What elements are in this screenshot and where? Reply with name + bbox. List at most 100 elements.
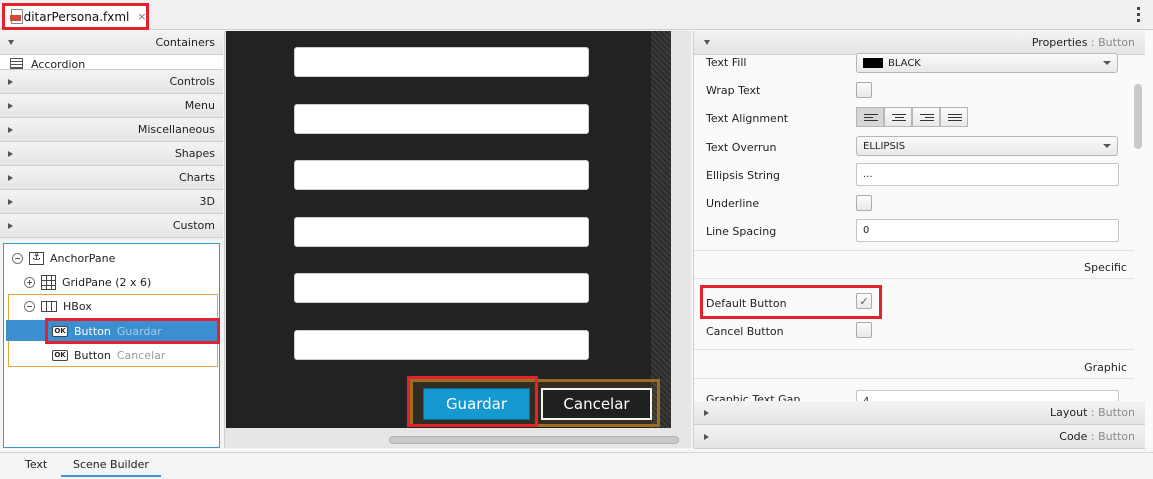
section-label: Shapes (174, 147, 215, 160)
collapse-arrow-icon (8, 198, 13, 205)
hbox-icon (41, 300, 57, 312)
cancel-button-label: Cancel Button (706, 325, 784, 338)
inspector-vertical-scroll-thumb[interactable] (1134, 84, 1142, 149)
tab-scene-builder[interactable]: Scene Builder (61, 458, 161, 477)
library-section-shapes[interactable]: Shapes (0, 142, 223, 166)
tree-node-label: HBox (63, 299, 92, 313)
highlight-box-guardar-button (407, 376, 538, 427)
layout-section-header[interactable]: Layout : Button (694, 401, 1145, 425)
more-options-icon[interactable] (1137, 7, 1141, 22)
section-label: Custom (172, 219, 215, 232)
library-section-containers[interactable]: Containers (0, 31, 223, 55)
align-center-button[interactable] (884, 107, 912, 127)
library-section-miscellaneous[interactable]: Miscellaneous (0, 118, 223, 142)
tree-node-label: AnchorPane (50, 251, 116, 265)
tree-node-label: GridPane (2 x 6) (62, 275, 152, 289)
ellipsis-string-input[interactable]: ... (856, 163, 1119, 186)
graphic-text-gap-row-clip: Graphic Text Gap 4 (694, 389, 1145, 401)
tree-node-anchorpane[interactable]: ⚓ AnchorPane (12, 247, 115, 269)
collapse-toggle-icon[interactable] (24, 300, 35, 312)
text-fill-label: Text Fill (706, 56, 747, 69)
collapse-arrow-icon (8, 102, 13, 109)
graphic-text-gap-input[interactable]: 4 (856, 390, 1119, 401)
library-section-custom[interactable]: Custom (0, 214, 223, 238)
text-field-2[interactable] (294, 104, 589, 134)
tab-text[interactable]: Text (25, 458, 47, 471)
tree-node-text: Cancelar (116, 348, 166, 362)
expand-arrow-icon (704, 40, 710, 45)
section-separator: : (1087, 36, 1099, 49)
collapse-arrow-icon (704, 433, 709, 440)
highlight-box-default-button (700, 285, 882, 319)
inspector-panel: Properties : Button Text Fill BLACK Wrap… (693, 31, 1153, 449)
wrap-text-label: Wrap Text (706, 84, 761, 97)
underline-checkbox[interactable] (856, 195, 872, 211)
chevron-down-icon (1103, 144, 1111, 148)
text-alignment-label: Text Alignment (706, 112, 789, 125)
expand-toggle-icon[interactable] (24, 276, 35, 288)
collapse-arrow-icon (8, 78, 13, 85)
highlight-box-hierarchy-guardar (45, 318, 220, 344)
text-field-1[interactable] (294, 47, 589, 77)
horizontal-scroll-thumb[interactable] (389, 436, 679, 444)
section-label: Charts (179, 171, 215, 184)
ellipsis-string-label: Ellipsis String (706, 169, 780, 182)
section-title: Layout (1050, 406, 1088, 419)
specific-section-label: Specific (1084, 261, 1127, 274)
file-tab-editarpersona[interactable]: EditarPersona.fxml × (2, 3, 149, 30)
graphic-section-label: Graphic (1084, 361, 1127, 374)
color-swatch (863, 58, 883, 68)
text-field-4[interactable] (294, 217, 589, 247)
library-section-charts[interactable]: Charts (0, 166, 223, 190)
collapse-arrow-icon (8, 174, 13, 181)
section-target: Button (1098, 36, 1135, 49)
tree-node-button-cancelar[interactable]: OK Button Cancelar (52, 344, 165, 366)
collapse-arrow-icon (8, 126, 13, 133)
library-section-3d[interactable]: 3D (0, 190, 223, 214)
file-tab-label: EditarPersona.fxml (16, 9, 130, 24)
section-title: Code (1059, 430, 1088, 443)
stage-edge-hatch (651, 31, 671, 428)
text-field-6[interactable] (294, 330, 589, 360)
library-panel: Containers Accordion Controls Menu Misce… (0, 31, 223, 240)
library-section-menu[interactable]: Menu (0, 94, 223, 118)
align-justify-button[interactable] (940, 107, 968, 127)
properties-section-header[interactable]: Properties : Button (694, 31, 1145, 55)
text-alignment-group (856, 107, 968, 127)
line-spacing-input[interactable]: 0 (856, 219, 1119, 242)
text-overrun-label: Text Overrun (706, 141, 777, 154)
collapse-arrow-icon (8, 222, 13, 229)
text-field-3[interactable] (294, 160, 589, 190)
collapse-toggle-icon[interactable] (12, 252, 23, 264)
section-divider (694, 250, 1134, 251)
align-right-button[interactable] (912, 107, 940, 127)
chevron-down-icon (1103, 61, 1111, 65)
cancel-button-checkbox[interactable] (856, 322, 872, 338)
code-section-header[interactable]: Code : Button (694, 425, 1145, 449)
section-label: Menu (184, 99, 215, 112)
collapse-arrow-icon (704, 409, 709, 416)
text-field-5[interactable] (294, 273, 589, 303)
text-fill-select[interactable]: BLACK (856, 53, 1118, 73)
tree-node-label: Button (74, 348, 111, 362)
graphic-text-gap-label: Graphic Text Gap (706, 393, 801, 401)
section-label: Containers (155, 36, 216, 49)
gridpane-icon (41, 274, 56, 290)
hierarchy-panel: ⚓ AnchorPane GridPane (2 x 6) HBox OK Bu… (3, 243, 220, 448)
library-item-accordion[interactable]: Accordion (0, 55, 223, 70)
library-item-label: Accordion (31, 58, 86, 70)
document-tab-bar: EditarPersona.fxml × (0, 0, 1153, 30)
tree-node-gridpane[interactable]: GridPane (2 x 6) (24, 271, 151, 293)
library-section-controls[interactable]: Controls (0, 70, 223, 94)
text-overrun-select[interactable]: ELLIPSIS (856, 136, 1118, 156)
section-target: Button (1098, 430, 1135, 443)
collapse-arrow-icon (8, 150, 13, 157)
align-left-button[interactable] (856, 107, 884, 127)
wrap-text-checkbox[interactable] (856, 82, 872, 98)
expand-arrow-icon (8, 40, 14, 45)
cancelar-button[interactable]: Cancelar (541, 388, 652, 420)
text-overrun-value: ELLIPSIS (863, 140, 906, 152)
section-target: Button (1098, 406, 1135, 419)
tree-node-hbox[interactable]: HBox (24, 295, 92, 317)
close-tab-icon[interactable]: × (137, 10, 146, 23)
